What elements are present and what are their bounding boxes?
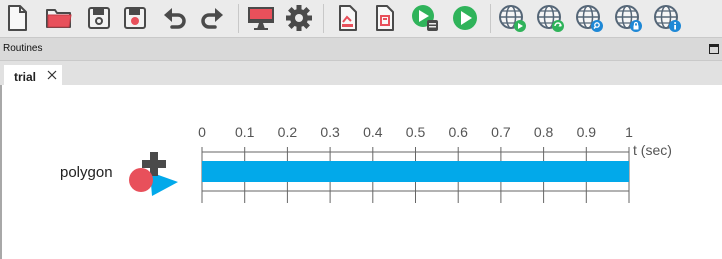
timeline	[201, 147, 630, 203]
component-bar-polygon[interactable]	[202, 161, 629, 182]
